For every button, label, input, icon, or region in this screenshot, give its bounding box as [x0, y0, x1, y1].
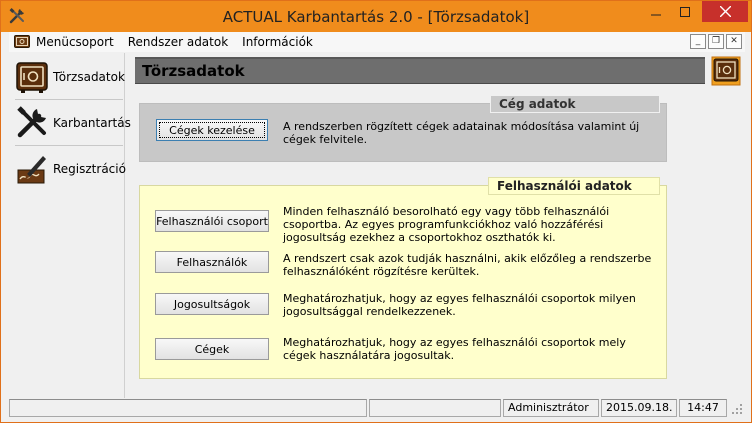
- maximize-icon: [680, 6, 690, 17]
- user-data-group: Felhasználói adatok Felhasználói csoport…: [139, 177, 667, 379]
- mdi-minimize-button[interactable]: _: [690, 34, 706, 49]
- mdi-restore-button[interactable]: ❐: [708, 34, 724, 49]
- minimize-icon: _: [695, 36, 701, 46]
- safe-small-icon[interactable]: [14, 35, 30, 49]
- resize-grip-icon[interactable]: [731, 403, 743, 415]
- status-cell-empty: [9, 399, 367, 417]
- page-title: Törzsadatok: [142, 62, 245, 80]
- mdi-close-button[interactable]: ✕: [726, 34, 742, 49]
- companies-description: Meghatározhatjuk, hogy az egyes felhaszn…: [283, 336, 626, 362]
- users-button[interactable]: Felhasználók: [155, 251, 269, 273]
- minimize-button[interactable]: [642, 1, 670, 22]
- safe-icon: [711, 56, 741, 86]
- group-label: Cég adatok: [490, 95, 660, 113]
- close-icon: ✕: [730, 36, 738, 46]
- nav-label: Karbantartás: [53, 116, 131, 130]
- status-cell-empty: [369, 399, 501, 417]
- nav-label: Regisztráció: [53, 162, 126, 176]
- close-icon: [719, 6, 731, 17]
- permissions-button[interactable]: Jogosultságok: [155, 293, 269, 315]
- status-time: 14:47: [679, 399, 727, 417]
- user-groups-button[interactable]: Felhasználói csoport: [155, 210, 269, 232]
- nav-divider: [15, 145, 123, 146]
- user-groups-description: Minden felhasználó besorolható egy vagy …: [283, 205, 610, 244]
- status-bar: Adminisztrátor 2015.09.18. 14:47: [9, 399, 745, 417]
- nav-label: Törzsadatok: [53, 70, 125, 84]
- minimize-icon: [651, 14, 661, 15]
- nav-item-regisztracio[interactable]: Regisztráció: [15, 147, 126, 191]
- restore-icon: ❐: [711, 36, 721, 46]
- menu-item-rendszer-adatok[interactable]: Rendszer adatok: [128, 35, 228, 49]
- window-title: ACTUAL Karbantartás 2.0 - [Törzsadatok]: [222, 8, 530, 26]
- status-user: Adminisztrátor: [503, 399, 599, 417]
- content-header: Törzsadatok: [135, 57, 705, 84]
- nav-item-torzsadatok[interactable]: Törzsadatok: [15, 55, 125, 99]
- signature-icon: [17, 156, 46, 184]
- menu-item-menucsoport[interactable]: Menücsoport: [36, 35, 114, 49]
- content-panel: Törzsadatok Cég adatok Cégek kezelése A …: [135, 56, 743, 397]
- manage-companies-button[interactable]: Cégek kezelése: [156, 119, 268, 141]
- group-label: Felhasználói adatok: [488, 177, 660, 195]
- users-description: A rendszert csak azok tudják használni, …: [283, 252, 652, 278]
- permissions-description: Meghatározhatjuk, hogy az egyes felhaszn…: [283, 292, 636, 318]
- maximize-button[interactable]: [671, 1, 699, 22]
- menu-bar: Menücsoport Rendszer adatok Információk …: [9, 32, 745, 52]
- side-nav: Törzsadatok Karbantartás Regisztráció: [9, 53, 131, 398]
- close-button[interactable]: [702, 1, 748, 22]
- status-date: 2015.09.18.: [601, 399, 677, 417]
- tools-icon: [17, 106, 46, 138]
- nav-item-karbantartas[interactable]: Karbantartás: [15, 101, 131, 145]
- companies-button[interactable]: Cégek: [155, 338, 269, 360]
- safe-icon: [16, 62, 48, 93]
- manage-companies-description: A rendszerben rögzített cégek adatainak …: [283, 120, 640, 146]
- app-window: ACTUAL Karbantartás 2.0 - [Törzsadatok] …: [0, 0, 752, 423]
- company-data-group: Cég adatok Cégek kezelése A rendszerben …: [139, 95, 667, 162]
- nav-divider: [15, 99, 123, 100]
- title-bar[interactable]: ACTUAL Karbantartás 2.0 - [Törzsadatok]: [1, 1, 751, 32]
- menu-item-informaciok[interactable]: Információk: [242, 35, 313, 49]
